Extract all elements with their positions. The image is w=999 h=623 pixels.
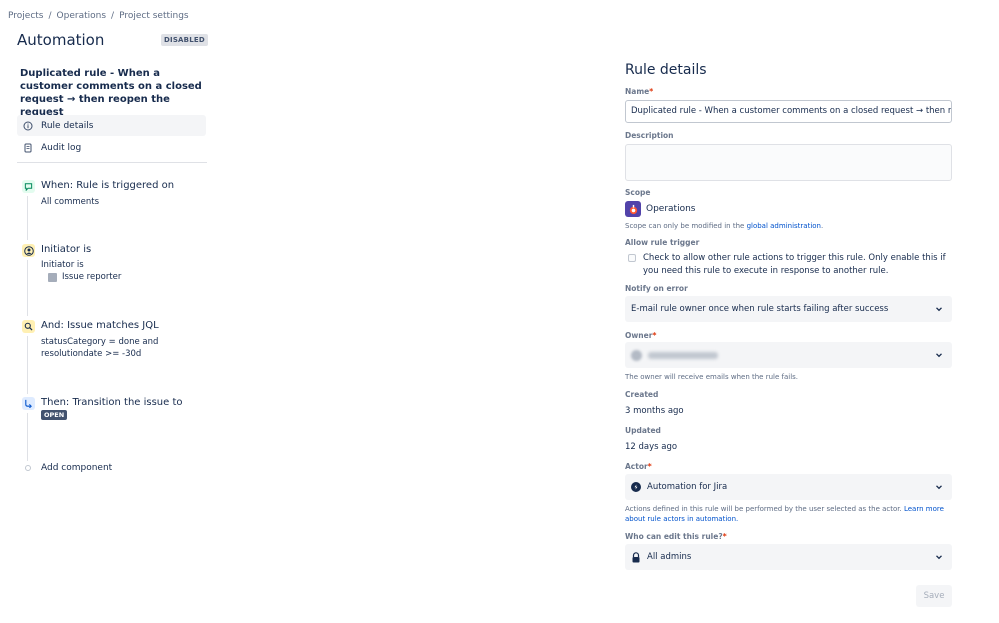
allow-trigger-text: Check to allow other rule actions to tri… [643,253,946,276]
description-textarea[interactable] [625,144,952,181]
page-title: Automation [17,31,105,49]
owner-select[interactable] [625,342,952,368]
name-label: Name* [625,87,654,96]
rule-title: Duplicated rule - When a customer commen… [20,68,202,118]
lock-icon [631,551,641,563]
component-title: When: Rule is triggered on [41,180,175,191]
editors-select[interactable]: All admins [625,544,952,570]
nav-label: Audit log [41,142,82,153]
owner-label: Owner* [625,331,657,340]
allow-trigger-label: Allow rule trigger [625,238,700,247]
scope-label: Scope [625,188,651,197]
owner-helper: The owner will receive emails when the r… [625,373,799,381]
scope-name: Operations [646,204,696,214]
notify-value: E-mail rule owner once when rule starts … [631,304,889,314]
scope-helper: Scope can only be modified in the global… [625,222,824,230]
rule-details-title: Rule details [625,62,707,78]
nav-rule-details[interactable]: Rule details [17,115,206,136]
breadcrumb-operations[interactable]: Operations [57,11,106,21]
search-icon [22,320,35,333]
component-subtitle: All comments [41,197,100,207]
breadcrumb-separator: / [48,11,52,21]
notify-label: Notify on error [625,284,688,293]
updated-value: 12 days ago [625,442,678,452]
document-icon [23,143,33,153]
component-trigger[interactable]: When: Rule is triggered on All comments [22,180,202,210]
actor-label: Actor* [625,462,652,471]
component-title: Initiator is [41,244,92,255]
automation-icon [631,482,641,492]
chevron-down-icon [936,555,942,560]
info-icon [23,121,33,131]
owner-name-redacted [648,351,718,359]
component-title: Then: Transition the issue to [41,397,183,408]
scope-value: Operations [625,201,695,217]
component-condition[interactable]: And: Issue matches JQL statusCategory = … [22,320,202,362]
notify-select[interactable]: E-mail rule owner once when rule starts … [625,296,952,322]
project-avatar-icon [625,201,641,217]
user-circle-icon [22,244,35,257]
global-administration-link[interactable]: global administration [747,222,821,230]
description-label: Description [625,131,674,140]
user-avatar-icon [48,272,57,282]
component-initiator[interactable]: Initiator is Initiator is Issue reporter [22,244,202,286]
initiator-value-label: Issue reporter [62,272,122,282]
actor-helper: Actions defined in this rule will be per… [625,505,944,523]
chevron-down-icon [936,307,942,312]
updated-label: Updated [625,426,661,435]
component-subtitle: Initiator is [41,260,84,270]
jql-line: resolutiondate >= -30d [41,349,142,359]
chevron-down-icon [936,485,942,490]
save-button[interactable]: Save [916,585,952,607]
chevron-down-icon [936,353,942,358]
actor-select[interactable]: Automation for Jira [625,474,952,500]
created-value: 3 months ago [625,406,684,416]
component-action[interactable]: Then: Transition the issue to OPEN [22,397,202,425]
breadcrumb-project-settings[interactable]: Project settings [119,11,189,21]
breadcrumb-projects[interactable]: Projects [8,11,43,21]
nav-audit-log[interactable]: Audit log [17,137,206,158]
add-dot-icon [25,465,31,471]
breadcrumb: Projects / Operations / Project settings [8,11,189,21]
actor-value: Automation for Jira [647,482,728,492]
jql-line: statusCategory = done and [41,337,159,347]
editors-label: Who can edit this rule?* [625,532,727,541]
owner-avatar [631,349,642,361]
name-input[interactable]: Duplicated rule - When a customer commen… [625,100,952,123]
component-title: And: Issue matches JQL [41,320,159,331]
editors-value: All admins [647,552,692,562]
created-label: Created [625,390,659,399]
transition-icon [22,397,35,410]
status-badge: DISABLED [161,34,208,46]
breadcrumb-separator: / [111,11,115,21]
allow-trigger-checkbox[interactable] [628,254,636,262]
nav-label: Rule details [41,120,94,131]
add-component-button[interactable]: Add component [22,463,122,475]
add-component-label: Add component [41,463,113,473]
divider [17,162,207,163]
comment-icon [22,180,35,193]
status-lozenge: OPEN [41,410,68,420]
initiator-value: Issue reporter [48,271,121,283]
